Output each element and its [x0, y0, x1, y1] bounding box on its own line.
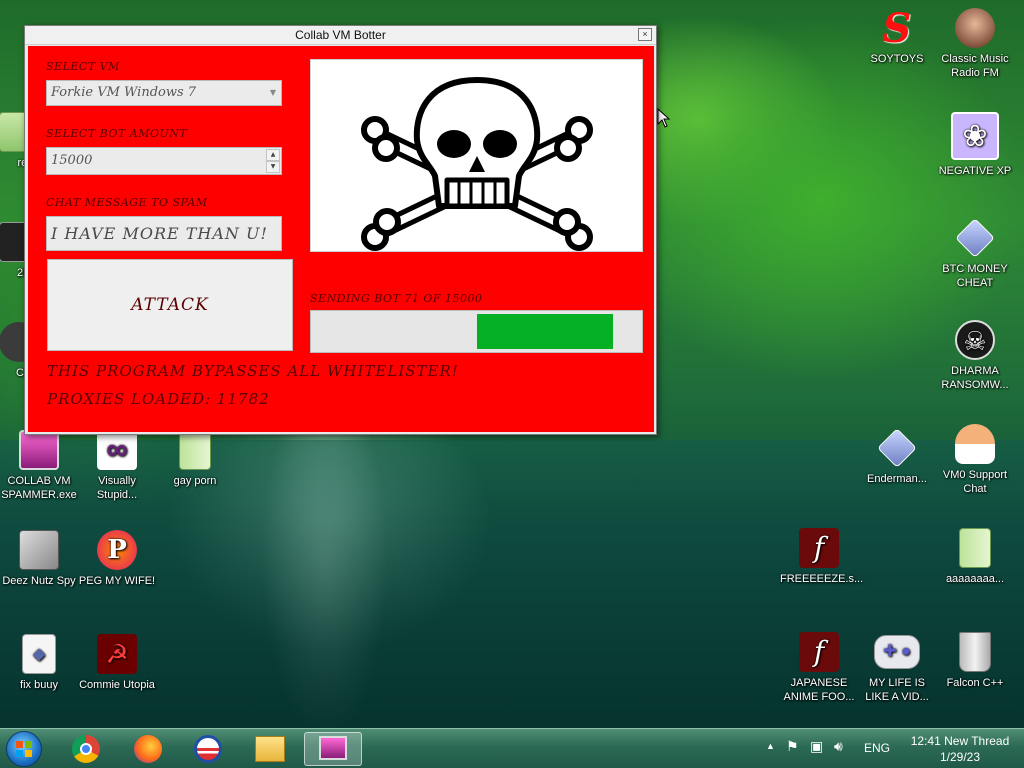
file-icon: ◆	[22, 634, 56, 674]
show-hidden-icons-icon[interactable]: ▲	[766, 741, 775, 751]
attack-button[interactable]: ATTACK	[47, 259, 293, 351]
taskbar-chrome[interactable]	[60, 732, 112, 766]
chrome-icon	[72, 735, 100, 763]
collab-vm-spammer-icon	[319, 736, 347, 760]
bot-amount-label: SELECT BOT AMOUNT	[46, 127, 188, 140]
desktop-icon-aaaaaaaa[interactable]: aaaaaaaa...	[936, 528, 1014, 586]
taskbar-explorer[interactable]	[244, 732, 296, 766]
desktop-icon-classic-music-radio[interactable]: Classic Music Radio FM	[936, 8, 1014, 80]
visual-studio-icon: ∞	[97, 430, 137, 470]
portrait-icon	[955, 8, 995, 48]
progress-bar-fill	[477, 314, 613, 349]
main-panel: SELECT VM Forkie VM Windows 7 ▼ SELECT B…	[28, 46, 654, 432]
desktop-icon-visually-stupid[interactable]: ∞ Visually Stupid...	[78, 430, 156, 502]
desktop-icon-gay-porn[interactable]: gay porn	[156, 430, 234, 488]
window-titlebar[interactable]: Collab VM Botter ×	[25, 26, 656, 45]
desktop-icon-japanese-anime[interactable]: f JAPANESE ANIME FOO...	[780, 632, 858, 704]
desktop-icon-soytoys[interactable]: S SOYTOYS	[858, 8, 936, 66]
volume-icon[interactable]: 🔊︎	[834, 738, 843, 755]
bunny-icon: ❀	[951, 112, 999, 160]
desktop-icon-dharma-ransomware[interactable]: ☠ DHARMA RANSOMW...	[936, 320, 1014, 392]
obama-logo-icon	[194, 735, 222, 763]
taskbar-firefox[interactable]	[122, 732, 174, 766]
select-vm-value: Forkie VM Windows 7	[51, 85, 197, 100]
desktop-icon-commie-utopia[interactable]: ☭ Commie Utopia	[78, 634, 156, 692]
desktop-icon-deez-nutz-spy[interactable]: Deez Nutz Spy	[0, 530, 78, 588]
clock[interactable]: 12:41 New Thread 1/29/23	[902, 733, 1018, 765]
taskbar-collab-vm-spammer[interactable]	[304, 732, 362, 766]
start-button[interactable]	[6, 731, 42, 767]
sending-status-text: SENDING BOT 71 OF 15000	[310, 292, 483, 305]
select-vm-dropdown[interactable]: Forkie VM Windows 7 ▼	[46, 80, 282, 106]
windows-logo-icon	[16, 741, 32, 757]
desktop-icon-enderman[interactable]: Enderman...	[858, 428, 936, 486]
hammer-sickle-icon: ☭	[97, 634, 137, 674]
explorer-folder-icon	[255, 736, 285, 762]
chevron-down-icon: ▼	[269, 88, 276, 97]
attack-button-label: ATTACK	[131, 295, 209, 315]
desktop-icon-collab-vm-spammer[interactable]: COLLAB VM SPAMMER.exe	[0, 430, 78, 502]
chat-message-label: CHAT MESSAGE TO SPAM	[46, 196, 208, 209]
firefox-icon	[134, 735, 162, 763]
desktop-icon-vm0-support-chat[interactable]: VM0 Support Chat	[936, 424, 1014, 496]
taskbar-obama[interactable]	[182, 732, 234, 766]
stepper-up-button[interactable]: ▲	[266, 149, 280, 161]
diamond-icon	[877, 428, 917, 468]
diamond-icon	[955, 218, 995, 258]
bot-amount-value: 15000	[51, 153, 93, 168]
skull-crossbones-icon	[361, 77, 593, 251]
gamepad-icon: ✚ ●	[874, 635, 920, 669]
flash-icon: f	[799, 632, 839, 672]
taskbar: ▲ ⚑ ▣ 🔊︎ ENG 12:41 New Thread 1/29/23	[0, 728, 1024, 768]
windows-stack-icon	[19, 530, 59, 570]
window-title: Collab VM Botter	[295, 28, 386, 42]
close-button[interactable]: ×	[638, 28, 652, 41]
desktop-icon-my-life-is-like-a-vid[interactable]: ✚ ● MY LIFE IS LIKE A VID...	[858, 632, 936, 704]
select-vm-label: SELECT VM	[46, 60, 120, 73]
chat-message-input[interactable]: I HAVE MORE THAN U!	[46, 216, 282, 251]
bot-amount-stepper[interactable]: 15000 ▲ ▼	[46, 147, 282, 175]
desktop-icon-negative-xp[interactable]: ❀ NEGATIVE XP	[936, 112, 1014, 178]
support-person-icon	[955, 424, 995, 464]
bypass-text: THIS PROGRAM BYPASSES ALL WHITELISTER!	[47, 362, 459, 380]
system-tray: ▲ ⚑ ▣ 🔊︎ ENG 12:41 New Thread 1/29/23	[762, 729, 1024, 768]
desktop-icon-falcon-cpp[interactable]: Falcon C++	[936, 632, 1014, 690]
mouse-cursor-icon	[657, 108, 671, 128]
folder-icon	[179, 430, 211, 470]
p-logo-icon: P	[97, 530, 137, 570]
network-icon[interactable]: ▣	[810, 738, 823, 755]
language-indicator[interactable]: ENG	[864, 741, 890, 755]
stepper-down-button[interactable]: ▼	[266, 161, 280, 173]
clock-date: 1/29/23	[939, 750, 981, 764]
collab-vm-botter-window: Collab VM Botter × SELECT VM Forkie VM W…	[24, 25, 657, 435]
computer-icon	[19, 430, 59, 470]
desktop-icon-freeeeeze[interactable]: f FREEEEEZE.s...	[780, 528, 863, 586]
chat-message-value: I HAVE MORE THAN U!	[51, 224, 268, 243]
desktop-icon-btc-money-cheat[interactable]: BTC MONEY CHEAT	[936, 218, 1014, 290]
progress-bar	[310, 310, 643, 353]
action-center-flag-icon[interactable]: ⚑	[786, 738, 799, 755]
skull-icon: ☠	[955, 320, 995, 360]
proxies-loaded-text: PROXIES LOADED: 11782	[47, 390, 270, 408]
flash-icon: f	[799, 528, 839, 568]
clock-time: 12:41 New Thread	[910, 734, 1010, 748]
desktop-icon-peg-my-wife[interactable]: P PEG MY WIFE!	[78, 530, 156, 588]
folder-icon	[959, 528, 991, 568]
recycle-bin-icon	[959, 632, 991, 672]
desktop-icon-fix-buuy[interactable]: ◆ fix buuy	[0, 634, 78, 692]
skull-image	[310, 59, 643, 252]
red-s-icon: S	[882, 5, 912, 52]
